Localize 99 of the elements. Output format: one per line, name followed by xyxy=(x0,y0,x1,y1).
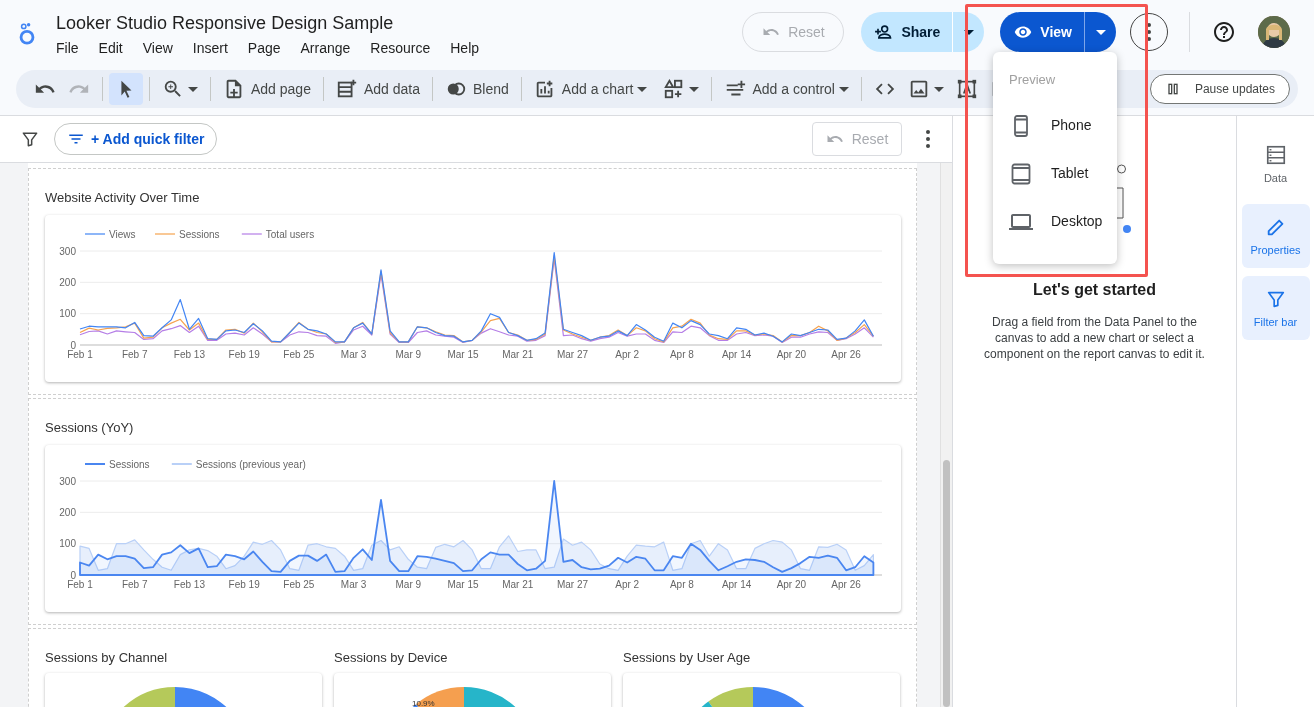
legend-label[interactable]: Sessions (previous year) xyxy=(195,458,306,470)
menu-item[interactable]: Page xyxy=(241,38,287,58)
menu-item[interactable]: File xyxy=(50,38,85,58)
axis-tick-label: 100 xyxy=(59,538,76,550)
toolbar-button[interactable]: Add a control xyxy=(718,74,855,104)
axis-tick-label: Mar 27 xyxy=(556,349,589,360)
axis-tick-label: Apr 8 xyxy=(669,349,694,360)
menu-item[interactable]: View xyxy=(136,38,179,58)
axis-tick-label: Apr 2 xyxy=(615,349,640,360)
axis-tick-label: Mar 27 xyxy=(556,579,589,590)
menu-header: Preview xyxy=(1008,71,1057,89)
legend-label[interactable]: Sessions xyxy=(179,228,220,240)
axis-tick-label: Feb 1 xyxy=(67,579,93,590)
zoom-in-icon xyxy=(162,78,184,100)
axis-tick-label: Mar 9 xyxy=(395,579,422,590)
text-box-icon xyxy=(955,78,978,100)
toolbar-button[interactable]: Add a chart xyxy=(527,74,654,104)
menu-item[interactable]: Phone xyxy=(993,101,1117,150)
menu-item[interactable]: Insert xyxy=(186,38,234,58)
sidebar-tab[interactable]: Properties xyxy=(1241,204,1310,268)
sidebar-tab[interactable]: Data xyxy=(1241,132,1310,196)
chart-title: Sessions by Channel xyxy=(45,649,169,667)
axis-tick-label: Feb 25 xyxy=(283,579,315,590)
legend-label[interactable]: Views xyxy=(109,228,136,240)
axis-tick-label: 200 xyxy=(59,276,76,288)
view-button[interactable]: View xyxy=(1000,12,1084,52)
help-icon xyxy=(1212,20,1236,44)
scrollbar-thumb[interactable] xyxy=(943,460,950,707)
chart-title: Sessions (YoY) xyxy=(45,419,135,437)
illustration-drawing xyxy=(1117,164,1131,234)
axis-tick-label: 100 xyxy=(59,308,76,320)
menu-item[interactable]: Tablet xyxy=(993,149,1117,198)
menu-item[interactable]: Help xyxy=(444,38,486,58)
select-button[interactable] xyxy=(109,73,143,105)
pause-updates-button[interactable]: Pause updates xyxy=(1149,74,1290,104)
more-icon xyxy=(926,130,930,148)
menu-item[interactable]: Edit xyxy=(92,38,129,58)
tablet-icon xyxy=(1009,161,1033,186)
menu-item[interactable]: Desktop xyxy=(993,197,1117,246)
axis-tick-label: Feb 1 xyxy=(67,349,93,360)
axis-tick-label: Apr 14 xyxy=(721,579,752,590)
axis-tick-label: Apr 20 xyxy=(776,579,807,590)
chart-title: Sessions by Device xyxy=(334,649,449,667)
axis-tick-label: Mar 9 xyxy=(395,349,422,360)
menu-item[interactable]: Resource xyxy=(364,38,437,58)
legend-label[interactable]: Total users xyxy=(265,228,315,240)
axis-tick-label: Mar 21 xyxy=(502,349,534,360)
legend-label[interactable]: Sessions xyxy=(109,458,150,470)
axis-tick-label: Apr 2 xyxy=(615,579,640,590)
share-button-group[interactable]: Share xyxy=(861,12,985,52)
axis-tick-label: Apr 26 xyxy=(831,349,861,360)
axis-tick-label: Apr 20 xyxy=(776,349,807,360)
axis-tick-label: 300 xyxy=(59,475,76,487)
axis-tick-label: Mar 15 xyxy=(447,579,479,590)
axis-tick-label: Feb 7 xyxy=(121,349,148,360)
menu-item[interactable]: Arrange xyxy=(294,38,357,58)
panel-description: Drag a field from the Data Panel to the canvas to add a new chart or select a component on the report canvas to edit it. xyxy=(983,314,1206,362)
axis-tick-label: 0 xyxy=(70,339,76,351)
avatar[interactable] xyxy=(1258,16,1290,48)
axis-tick-label: Apr 26 xyxy=(831,579,861,590)
report-title[interactable]: Looker Studio Responsive Design Sample xyxy=(56,11,494,35)
sidebar-tab[interactable]: Filter bar xyxy=(1241,276,1310,340)
caret-icon xyxy=(637,86,648,92)
toolbar-button[interactable]: Blend xyxy=(439,74,515,104)
axis-tick-label: Mar 21 xyxy=(502,579,534,590)
table-icon xyxy=(1264,144,1287,166)
toolbar-button[interactable]: Add page xyxy=(217,74,317,104)
more-icon xyxy=(1147,23,1151,41)
axis-tick-label: Feb 25 xyxy=(283,349,315,360)
axis-tick-label: Mar 3 xyxy=(340,579,367,590)
axis-tick-label: 0 xyxy=(70,569,76,581)
axis-tick-label: Feb 13 xyxy=(173,579,205,590)
person-add-icon xyxy=(873,22,894,42)
scrollbar[interactable] xyxy=(940,163,952,707)
axis-tick-label: Feb 13 xyxy=(173,349,205,360)
toolbar-button[interactable]: Add data xyxy=(329,74,426,104)
caret-icon xyxy=(689,86,700,92)
eye-icon xyxy=(1014,23,1033,41)
axis-tick-label: Feb 19 xyxy=(228,349,260,360)
panel-heading: Let's get started xyxy=(1033,280,1156,300)
caret-icon xyxy=(188,86,198,92)
view-button-group[interactable]: View xyxy=(1000,12,1116,52)
caret-icon xyxy=(838,86,849,92)
chart-title: Website Activity Over Time xyxy=(45,189,201,207)
filter-icon xyxy=(20,129,40,149)
share-button[interactable]: Share xyxy=(861,12,953,52)
caret-icon xyxy=(1095,29,1106,35)
table-add-icon xyxy=(335,78,358,100)
axis-tick-label: Feb 7 xyxy=(121,579,148,590)
axis-tick-label: Feb 19 xyxy=(228,579,260,590)
axis-tick-label: Mar 3 xyxy=(340,349,367,360)
help-button[interactable] xyxy=(1212,20,1236,44)
axis-tick-label: 200 xyxy=(59,506,76,518)
axis-tick-label: Apr 8 xyxy=(669,579,694,590)
axis-tick-label: Mar 15 xyxy=(447,349,479,360)
axis-tick-label: 300 xyxy=(59,245,76,257)
chart-title: Sessions by User Age xyxy=(623,649,752,667)
caret-icon xyxy=(933,86,944,92)
axis-tick-label: Apr 14 xyxy=(721,349,752,360)
